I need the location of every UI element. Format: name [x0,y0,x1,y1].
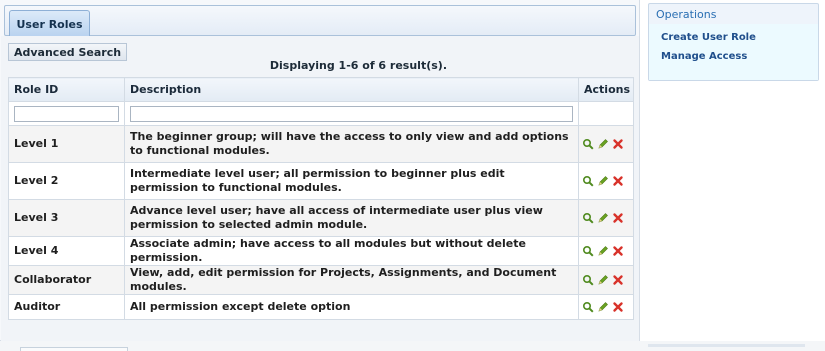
role-id-cell: Level 2 [8,162,125,200]
description-cell: The beginner group; will have the access… [124,125,579,163]
role-id-cell: Auditor [8,294,125,320]
view-icon[interactable] [582,274,594,286]
manage-access-link[interactable]: Manage Access [661,47,818,66]
table-row: Level 3 Advance level user; have all acce… [8,199,634,237]
column-header-actions: Actions [578,77,634,102]
advanced-search-button[interactable]: Advanced Search [8,43,128,61]
table-row: Level 1 The beginner group; will have the… [8,125,634,163]
role-id-cell: Collaborator [8,265,125,295]
actions-cell [578,125,634,163]
operations-title: Operations [656,7,717,21]
view-icon[interactable] [582,301,594,313]
delete-icon[interactable] [612,274,624,286]
description-filter-input[interactable] [130,105,573,122]
user-roles-table: Role ID Description Actions Level 1 The b… [8,77,634,320]
operations-links: Create User Role Manage Access [649,24,818,80]
table-row: Level 2 Intermediate level user; all perm… [8,162,634,200]
role-id-cell: Level 3 [8,199,125,237]
results-summary: Displaying 1-6 of 6 result(s). [269,59,447,72]
actions-cell [578,294,634,320]
table-body: Level 1 The beginner group; will have the… [8,125,634,320]
delete-icon[interactable] [612,212,624,224]
role-id-cell: Level 4 [8,236,125,266]
delete-icon[interactable] [612,175,624,187]
delete-icon[interactable] [612,138,624,150]
tab-user-roles[interactable]: User Roles [9,10,90,37]
view-icon[interactable] [582,245,594,257]
role-id-filter-input[interactable] [14,105,119,122]
delete-icon[interactable] [612,245,624,257]
bottom-scroll-strip [648,344,805,347]
view-icon[interactable] [582,175,594,187]
tab-bar: User Roles [4,5,636,37]
table-row: Level 4 Associate admin; have access to a… [8,236,634,266]
edit-icon[interactable] [597,138,609,150]
edit-icon[interactable] [597,301,609,313]
delete-icon[interactable] [612,301,624,313]
operations-panel: Operations Create User Role Manage Acces… [648,3,819,81]
actions-cell [578,199,634,237]
create-user-role-link[interactable]: Create User Role [661,28,818,47]
actions-cell [578,265,634,295]
view-icon[interactable] [582,212,594,224]
actions-cell [578,236,634,266]
description-cell: All permission except delete option [124,294,579,320]
edit-icon[interactable] [597,175,609,187]
edit-icon[interactable] [597,245,609,257]
column-header-description[interactable]: Description [124,77,579,102]
edit-icon[interactable] [597,274,609,286]
column-header-role-id[interactable]: Role ID [8,77,125,102]
table-row: Auditor All permission except delete opti… [8,294,634,320]
edit-icon[interactable] [597,212,609,224]
description-cell: Intermediate level user; all permission … [124,162,579,200]
view-icon[interactable] [582,138,594,150]
role-id-cell: Level 1 [8,125,125,163]
description-cell: View, add, edit permission for Projects,… [124,265,579,295]
actions-cell [578,162,634,200]
description-cell: Associate admin; have access to all modu… [124,236,579,266]
table-row: Collaborator View, add, edit permission f… [8,265,634,295]
bottom-tab [20,347,128,351]
filter-row [8,101,634,126]
description-cell: Advance level user; have all access of i… [124,199,579,237]
main-panel: User Roles Advanced Search Displaying 1-… [0,0,640,341]
